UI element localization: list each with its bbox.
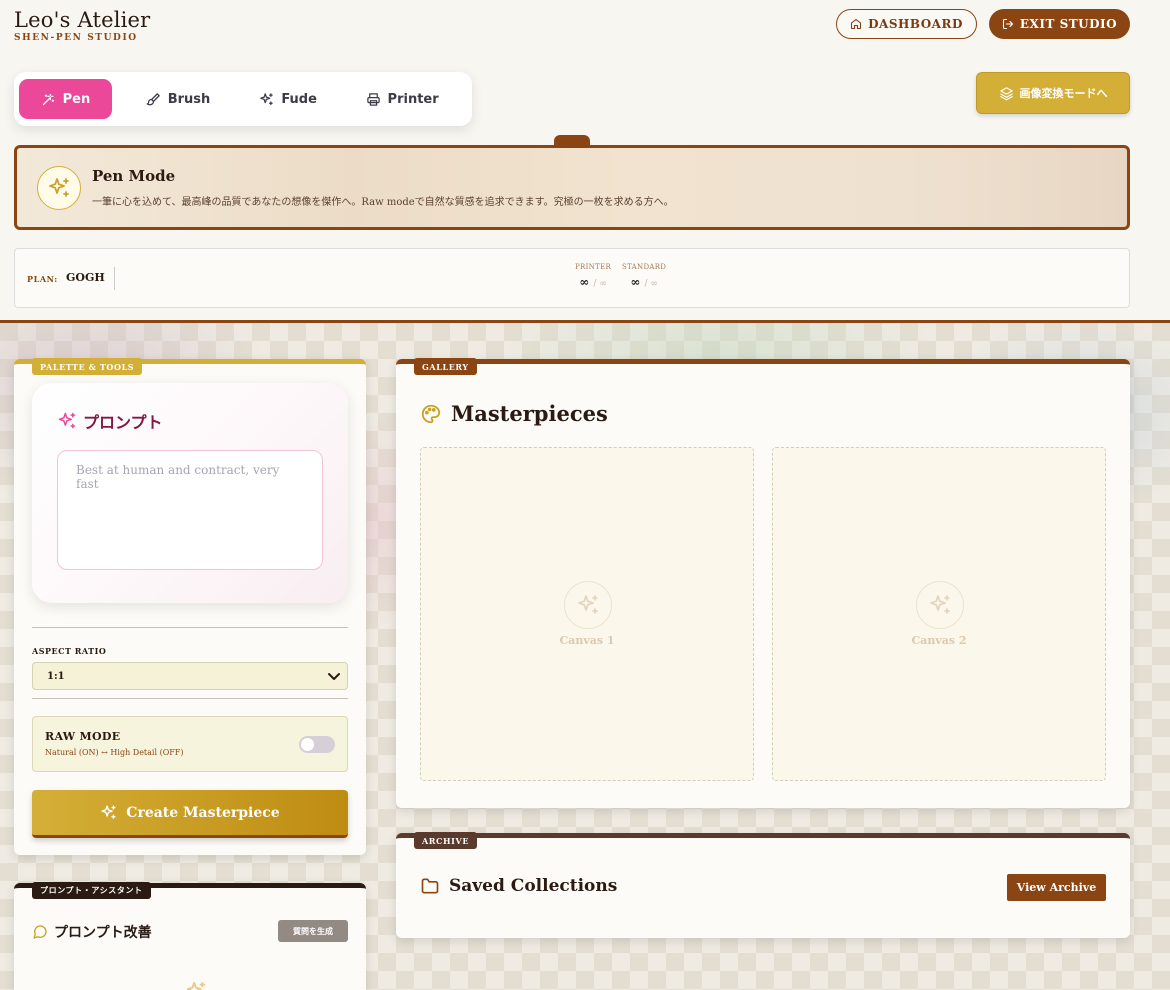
sparkles-icon <box>930 595 950 614</box>
plan-label: PLAN: <box>27 274 58 284</box>
create-masterpiece-button[interactable]: Create Masterpiece <box>32 790 348 838</box>
logout-icon <box>1002 18 1013 30</box>
home-icon <box>851 18 862 30</box>
assistant-title: プロンプト改善 <box>32 922 152 942</box>
tab-printer[interactable]: Printer <box>332 79 472 119</box>
sparkles-icon <box>58 412 76 429</box>
exit-studio-label: EXIT STUDIO <box>1019 17 1118 31</box>
generate-questions-button[interactable]: 質問を生成 <box>278 920 348 942</box>
quota-printer-value: ∞ / ∞ <box>579 275 607 289</box>
mode-banner-icon-circle <box>37 166 81 210</box>
pen-icon <box>42 93 54 105</box>
folder-icon <box>421 878 439 894</box>
tab-printer-label: Printer <box>387 91 439 107</box>
mode-banner-title: Pen Mode <box>92 167 176 185</box>
gallery-title-text: Masterpieces <box>451 401 608 426</box>
canvas-placeholder-circle <box>916 581 964 629</box>
sparkles-icon <box>101 805 116 819</box>
top-header-area: Leo's Atelier SHEN-PEN STUDIO DASHBOARD … <box>0 0 1170 323</box>
sparkles-icon <box>186 981 206 990</box>
mode-banner-description: 一筆に心を込めて、最高峰の品質であなたの想像を傑作へ。Raw modeで自然な質… <box>92 197 674 208</box>
mode-banner: Pen Mode 一筆に心を込めて、最高峰の品質であなたの想像を傑作へ。Raw … <box>14 145 1130 230</box>
canvas-placeholder-circle <box>564 581 612 629</box>
exit-studio-button[interactable]: EXIT STUDIO <box>989 9 1130 39</box>
prompt-card: プロンプト <box>32 383 348 603</box>
canvas-slot-2[interactable]: Canvas 2 <box>772 447 1106 781</box>
aspect-ratio-label: ASPECT RATIO <box>32 646 107 656</box>
tab-brush-label: Brush <box>167 91 211 107</box>
sparkles-icon <box>49 178 69 197</box>
convert-mode-label: 画像変換モードへ <box>1019 87 1108 100</box>
aspect-ratio-value: 1:1 <box>47 670 65 682</box>
toggle-knob <box>301 738 314 751</box>
gallery-panel: GALLERY Masterpieces Canvas 1 Canvas 2 <box>396 358 1130 808</box>
archive-tag: ARCHIVE <box>414 832 478 849</box>
quota-standard-value: ∞ / ∞ <box>630 275 658 289</box>
palette-tools-tag: PALETTE & TOOLS <box>32 358 143 375</box>
brand-title: Leo's Atelier <box>14 8 151 32</box>
palette-tools-panel: PALETTE & TOOLS プロンプト ASPECT RATIO 1:1 R… <box>14 358 366 855</box>
dashboard-label: DASHBOARD <box>868 17 963 31</box>
plan-bar: PLAN: GOGH PRINTER ∞ / ∞ STANDARD ∞ / ∞ <box>14 248 1130 308</box>
palette-icon <box>421 404 441 423</box>
brand: Leo's Atelier SHEN-PEN STUDIO <box>14 8 150 43</box>
canvas-slot-1[interactable]: Canvas 1 <box>420 447 754 781</box>
prompt-assistant-tag: プロンプト・アシスタント <box>32 882 151 899</box>
tab-brush[interactable]: Brush <box>112 79 244 119</box>
aspect-ratio-select[interactable]: 1:1 <box>32 662 348 690</box>
view-archive-button[interactable]: View Archive <box>1007 874 1106 901</box>
canvas-label-2: Canvas 2 <box>911 634 967 647</box>
brush-icon <box>146 92 160 105</box>
divider <box>32 698 348 699</box>
brand-subtitle: SHEN-PEN STUDIO <box>14 33 138 43</box>
archive-panel: ARCHIVE Saved Collections View Archive <box>396 832 1130 938</box>
plan-value: GOGH <box>66 271 105 284</box>
mode-tabs: Pen Brush Fude Printer <box>14 72 472 126</box>
prompt-title-text: プロンプト <box>83 413 163 432</box>
gallery-tag: GALLERY <box>414 358 477 375</box>
raw-mode-toggle[interactable] <box>299 736 335 753</box>
archive-title: Saved Collections <box>420 876 617 896</box>
message-circle-icon <box>33 925 47 939</box>
quota-standard-label: STANDARD <box>622 263 667 271</box>
prompt-input[interactable] <box>57 450 323 570</box>
plan-divider <box>114 267 115 290</box>
archive-title-text: Saved Collections <box>449 876 618 896</box>
tab-fude-label: Fude <box>281 91 317 107</box>
tab-fude[interactable]: Fude <box>244 79 332 119</box>
quota-printer: PRINTER ∞ / ∞ <box>575 263 611 289</box>
convert-mode-button[interactable]: 画像変換モードへ <box>976 72 1130 114</box>
raw-mode-box: RAW MODE Natural (ON) ↔ High Detail (OFF… <box>32 716 348 772</box>
raw-mode-title: RAW MODE <box>45 730 121 743</box>
tab-pen-label: Pen <box>62 91 91 107</box>
sparkles-icon <box>260 92 274 105</box>
dashboard-button[interactable]: DASHBOARD <box>836 9 977 39</box>
create-masterpiece-label: Create Masterpiece <box>126 804 280 821</box>
sparkles-icon <box>578 595 598 614</box>
printer-icon <box>366 92 380 106</box>
gallery-title: Masterpieces <box>420 401 608 426</box>
layers-icon <box>999 86 1013 100</box>
tab-pen[interactable]: Pen <box>19 79 112 119</box>
quota-standard: STANDARD ∞ / ∞ <box>622 263 666 289</box>
chevron-down-icon <box>328 673 340 680</box>
canvas-label-1: Canvas 1 <box>559 634 615 647</box>
raw-mode-subtitle: Natural (ON) ↔ High Detail (OFF) <box>45 748 184 757</box>
assistant-title-text: プロンプト改善 <box>54 925 152 941</box>
prompt-title: プロンプト <box>57 409 163 433</box>
prompt-assistant-panel: プロンプト・アシスタント プロンプト改善 質問を生成 <box>14 882 366 990</box>
divider <box>32 627 348 628</box>
quota-printer-label: PRINTER <box>575 263 612 271</box>
